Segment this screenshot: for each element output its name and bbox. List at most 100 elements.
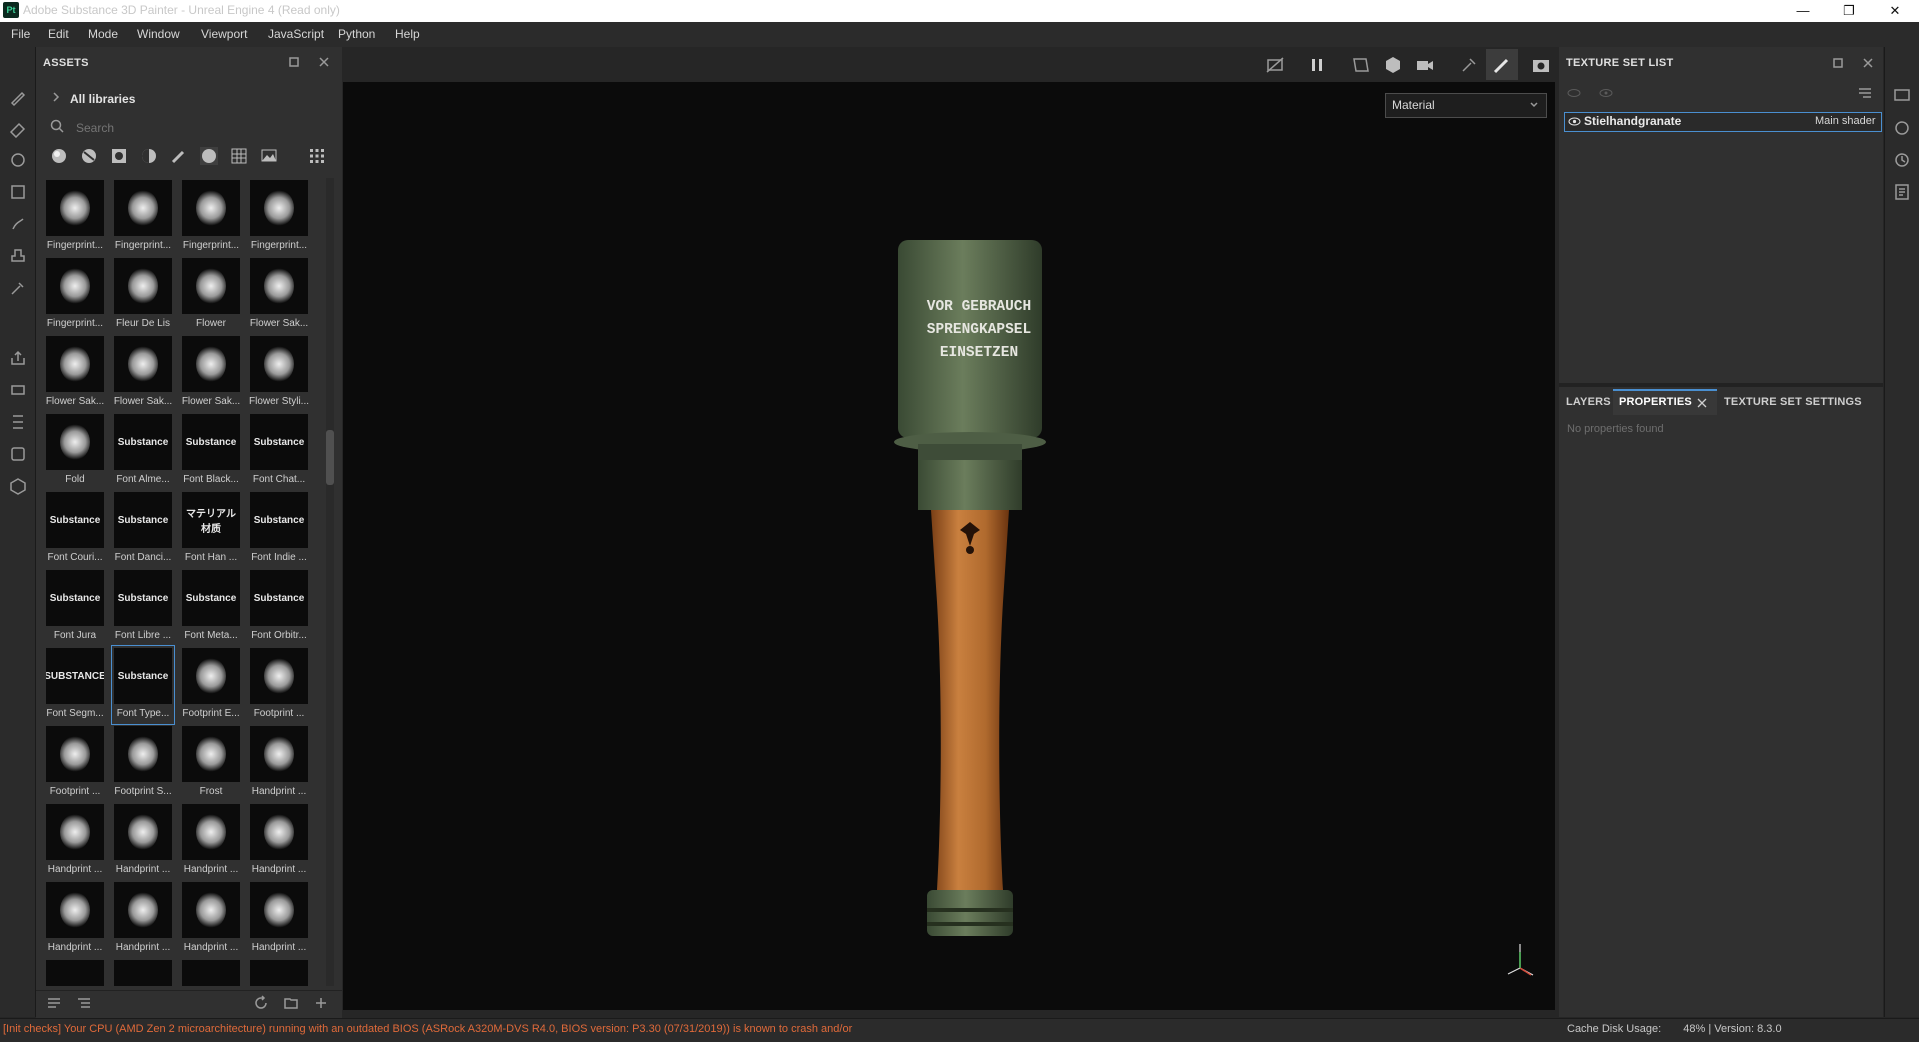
asset-item[interactable]: Substance Font Alme... (112, 412, 174, 490)
asset-item[interactable]: Substance Font Danci... (112, 490, 174, 568)
list-settings-icon[interactable] (1857, 85, 1873, 101)
undock-icon[interactable] (1832, 57, 1844, 69)
clone-stamp-icon[interactable] (8, 246, 28, 266)
filter-list-icon[interactable] (46, 995, 62, 1011)
hide-all-icon[interactable] (1566, 85, 1582, 101)
menu-edit[interactable]: Edit (48, 27, 69, 41)
menu-help[interactable]: Help (395, 27, 420, 41)
asset-item[interactable]: Handprint ... (44, 802, 106, 880)
asset-item[interactable] (180, 958, 242, 986)
collapse-list-icon[interactable] (76, 995, 92, 1011)
asset-item[interactable]: Fold (44, 412, 106, 490)
asset-item[interactable] (44, 958, 106, 986)
close-tab-icon[interactable] (1697, 398, 1707, 408)
close-window-button[interactable]: ✕ (1872, 0, 1918, 22)
asset-item[interactable]: Substance Font Couri... (44, 490, 106, 568)
asset-item[interactable]: Fleur De Lis (112, 256, 174, 334)
asset-item[interactable]: Flower Sak... (180, 334, 242, 412)
asset-item[interactable] (112, 958, 174, 986)
pause-icon[interactable] (1306, 54, 1328, 76)
materials-filter-icon[interactable] (49, 146, 69, 166)
asset-item[interactable]: Handprint ... (112, 880, 174, 958)
asset-item[interactable]: Footprint ... (44, 724, 106, 802)
texture-set-shader[interactable]: Main shader (1815, 115, 1876, 127)
asset-item[interactable]: Substance Font Chat... (248, 412, 310, 490)
environments-filter-icon[interactable] (259, 146, 279, 166)
smart-materials-filter-icon[interactable] (79, 146, 99, 166)
paint-brush-icon[interactable] (8, 87, 28, 107)
asset-item[interactable]: Fingerprint... (112, 178, 174, 256)
search-input[interactable] (76, 119, 326, 137)
alphas-filter-icon[interactable] (199, 146, 219, 166)
smudge-icon[interactable] (8, 214, 28, 234)
hide-ui-icon[interactable] (1264, 54, 1286, 76)
asset-item[interactable]: Substance Font Jura (44, 568, 106, 646)
asset-item[interactable]: Fingerprint... (248, 178, 310, 256)
chevron-right-icon[interactable] (50, 91, 62, 103)
asset-item[interactable]: Handprint ... (112, 802, 174, 880)
render-icon[interactable] (1458, 54, 1480, 76)
shelf-icon[interactable] (8, 444, 28, 464)
asset-item[interactable]: Fingerprint... (44, 178, 106, 256)
close-icon[interactable] (1862, 57, 1874, 69)
grid-view-icon[interactable] (307, 146, 327, 166)
geometry-mask-icon[interactable] (8, 182, 28, 202)
eye-icon[interactable] (1568, 116, 1581, 127)
log-icon[interactable] (1893, 183, 1911, 201)
viewport-mode-select[interactable]: Material (1385, 93, 1547, 118)
status-message[interactable]: [Init checks] Your CPU (AMD Zen 2 microa… (3, 1023, 853, 1035)
show-all-icon[interactable] (1598, 85, 1614, 101)
3d-icon[interactable] (8, 476, 28, 496)
view-3d-icon[interactable] (1382, 54, 1404, 76)
tab-layers[interactable]: LAYERS (1566, 396, 1611, 408)
display-settings-icon[interactable] (1893, 87, 1911, 105)
asset-item[interactable]: Footprint E... (180, 646, 242, 724)
smart-masks-filter-icon[interactable] (139, 146, 159, 166)
asset-item[interactable]: Handprint ... (180, 802, 242, 880)
masks-filter-icon[interactable] (109, 146, 129, 166)
asset-item[interactable]: Substance Font Meta... (180, 568, 242, 646)
minimize-button[interactable]: — (1780, 0, 1826, 22)
asset-item[interactable]: マテリアル材质 Font Han ... (180, 490, 242, 568)
asset-item[interactable]: Footprint ... (248, 646, 310, 724)
view-2d-icon[interactable] (1350, 54, 1372, 76)
asset-item[interactable]: Handprint ... (180, 880, 242, 958)
menu-window[interactable]: Window (137, 27, 180, 41)
menu-python[interactable]: Python (338, 27, 375, 41)
color-picker-icon[interactable] (8, 278, 28, 298)
asset-item[interactable]: Handprint ... (248, 724, 310, 802)
viewport[interactable]: VOR GEBRAUCH SPRENGKAPSEL EINSETZEN (343, 82, 1555, 1010)
asset-item[interactable]: Flower Sak... (248, 256, 310, 334)
tab-properties[interactable]: PROPERTIES (1619, 396, 1692, 408)
menu-javascript[interactable]: JavaScript (268, 27, 324, 41)
screenshot-icon[interactable] (1530, 54, 1552, 76)
asset-item[interactable]: SUBSTANCE Font Segm... (44, 646, 106, 724)
asset-item[interactable]: Substance Font Libre ... (112, 568, 174, 646)
asset-item[interactable]: Flower Sak... (44, 334, 106, 412)
add-icon[interactable] (313, 995, 329, 1011)
asset-item[interactable]: Frost (180, 724, 242, 802)
maximize-button[interactable]: ❐ (1826, 0, 1872, 22)
folder-icon[interactable] (283, 995, 299, 1011)
asset-item[interactable]: Footprint S... (112, 724, 174, 802)
ruler-icon[interactable] (8, 412, 28, 432)
panel-divider[interactable] (1559, 383, 1883, 387)
asset-item[interactable]: Handprint ... (44, 880, 106, 958)
shader-settings-icon[interactable] (1893, 119, 1911, 137)
all-libraries-breadcrumb[interactable]: All libraries (70, 92, 135, 106)
export-icon[interactable] (8, 348, 28, 368)
asset-item[interactable]: Substance Font Black... (180, 412, 242, 490)
assets-scrollbar-thumb[interactable] (326, 430, 334, 485)
refresh-icon[interactable] (253, 995, 269, 1011)
menu-file[interactable]: File (11, 27, 30, 41)
asset-item[interactable]: Fingerprint... (44, 256, 106, 334)
asset-item[interactable] (248, 958, 310, 986)
menu-mode[interactable]: Mode (88, 27, 118, 41)
asset-item[interactable]: Flower (180, 256, 242, 334)
undock-icon[interactable] (288, 56, 300, 68)
asset-item[interactable]: Substance Font Indie ... (248, 490, 310, 568)
eraser-icon[interactable] (8, 118, 28, 138)
tab-texture-set-settings[interactable]: TEXTURE SET SETTINGS (1724, 396, 1862, 408)
bake-icon[interactable] (8, 380, 28, 400)
textures-filter-icon[interactable] (229, 146, 249, 166)
